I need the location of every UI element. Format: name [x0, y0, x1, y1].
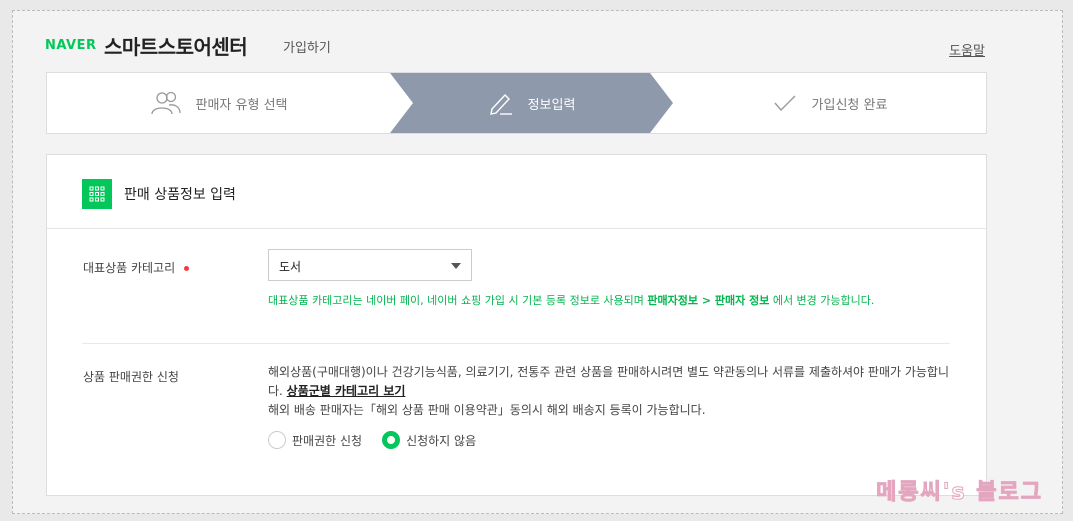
step-complete: 가입신청 완료	[673, 73, 986, 133]
radio-not-apply[interactable]: 신청하지 않음	[382, 431, 476, 449]
divider	[82, 343, 950, 344]
permission-description: 해외상품(구매대행)이나 건강기능식품, 의료기기, 전통주 관련 상품을 판매…	[268, 365, 950, 417]
radio-circle-icon[interactable]	[268, 431, 286, 449]
divider	[47, 228, 986, 229]
seller-info-path: 판매자정보 > 판매자 정보	[647, 294, 770, 307]
signup-steps: 판매자 유형 선택 정보입력 가입신청 완료	[46, 72, 987, 134]
category-select-value: 도서	[279, 260, 302, 274]
users-icon	[150, 91, 181, 115]
step-info-input: 정보입력	[390, 73, 673, 133]
required-dot-icon	[184, 266, 190, 271]
header: NAVER 스마트스토어센터 가입하기 도움말	[45, 30, 985, 62]
panel-title: 판매 상품정보 입력	[124, 187, 236, 203]
smartstore-title: 스마트스토어센터	[104, 35, 248, 59]
caret-down-icon	[451, 263, 461, 269]
category-label: 대표상품 카테고리	[83, 259, 190, 276]
check-icon	[774, 95, 796, 112]
step-label: 판매자 유형 선택	[195, 97, 288, 113]
category-hint: 대표상품 카테고리는 네이버 페이, 네이버 쇼핑 가입 시 기본 등록 정보로…	[268, 294, 875, 307]
product-info-panel: 판매 상품정보 입력 대표상품 카테고리 도서 대표상품 카테고리는 네이버 페…	[46, 154, 987, 496]
pencil-icon	[489, 93, 512, 115]
step-label: 가입신청 완료	[811, 97, 888, 113]
radio-circle-selected-icon[interactable]	[382, 431, 401, 449]
radio-apply[interactable]: 판매권한 신청	[268, 431, 362, 449]
blog-watermark: 메롱씨's 블로그	[876, 480, 1043, 506]
permission-radio-group: 판매권한 신청 신청하지 않음	[268, 431, 476, 449]
step-label: 정보입력	[527, 97, 576, 113]
category-list-link[interactable]: 상품군별 카테고리 보기	[287, 384, 406, 398]
page-subtitle: 가입하기	[283, 41, 331, 56]
panel-header: 판매 상품정보 입력	[82, 179, 236, 209]
naver-logo[interactable]: NAVER	[45, 38, 97, 53]
grid-icon	[82, 179, 112, 209]
category-select[interactable]: 도서	[268, 249, 472, 281]
help-link[interactable]: 도움말	[949, 40, 985, 59]
permission-label: 상품 판매권한 신청	[83, 370, 179, 384]
step-seller-type: 판매자 유형 선택	[47, 73, 390, 133]
